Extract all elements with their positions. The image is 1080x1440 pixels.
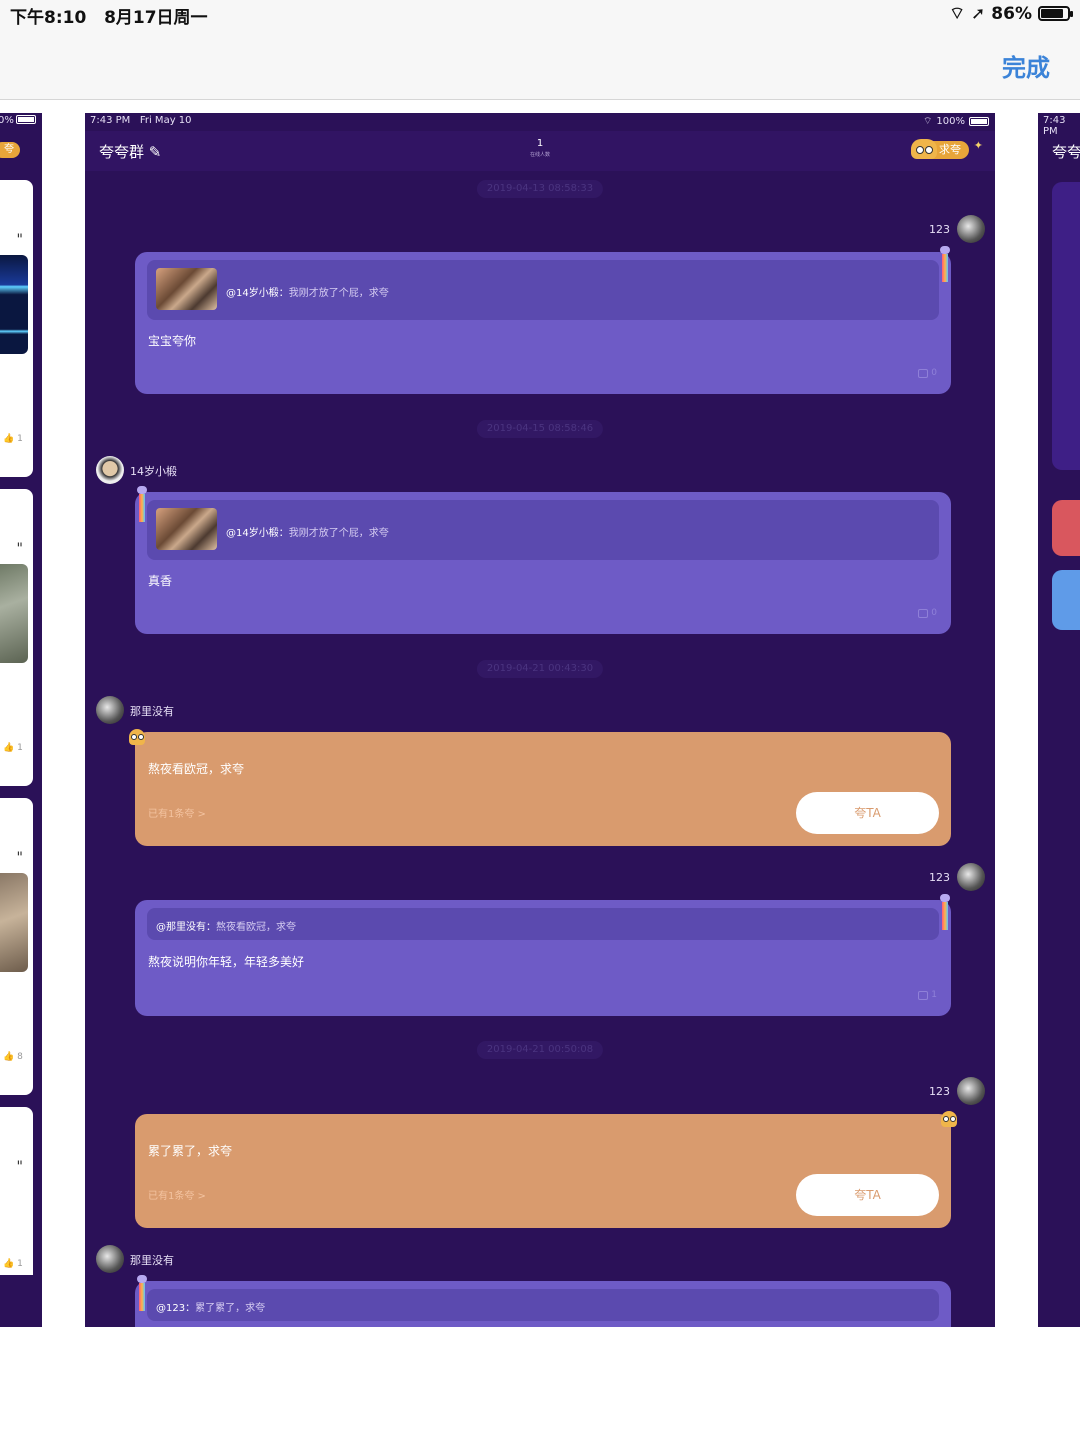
timestamp: 2019-04-21 00:50:08 [476, 1041, 604, 1059]
timestamp: 2019-04-15 08:58:46 [476, 420, 604, 438]
ask-badge[interactable]: 夸 [0, 142, 20, 158]
post-image[interactable] [0, 873, 28, 972]
rainbow-icon [137, 1275, 147, 1311]
message-text: 累了累了，求夸 [148, 1144, 233, 1158]
post-image[interactable] [0, 255, 28, 354]
list-item[interactable] [1052, 182, 1080, 470]
message-bubble[interactable]: @14岁小椴：我刚才放了个屁，求夸 真香 0 [135, 492, 951, 634]
message-text: 真香 [148, 574, 173, 588]
praise-request-bubble[interactable]: 累了累了，求夸 已有1条夸 > 夸TA [135, 1114, 951, 1228]
quoted-message[interactable]: @14岁小椴：我刚才放了个屁，求夸 [147, 500, 939, 560]
avatar[interactable] [96, 456, 124, 484]
blue-button[interactable] [1052, 570, 1080, 630]
next-status-bar: 7:43 PM [1043, 115, 1066, 137]
user-name: 那里没有 [130, 1254, 174, 1267]
message-text: 熬夜看欧冠，求夸 [148, 762, 245, 776]
quoted-message[interactable]: @123：累了累了，求夸 [147, 1289, 939, 1321]
like-count[interactable]: 👍 8 [3, 1052, 23, 1062]
battery-icon [969, 117, 989, 126]
like-button[interactable]: 0 [918, 368, 937, 378]
thumb-up-icon [918, 608, 929, 618]
praise-button[interactable]: 夸TA [796, 1174, 939, 1216]
app-status-bar: 7:43 PM Fri May 10 ⌔ 100% [85, 113, 995, 131]
quoted-image[interactable] [156, 268, 217, 310]
avatar[interactable] [957, 215, 985, 243]
avatar[interactable] [957, 1077, 985, 1105]
red-button[interactable] [1052, 500, 1080, 556]
like-count[interactable]: 👍 1 [3, 434, 23, 444]
wifi-icon: ⌔ [923, 116, 933, 127]
praise-count-link[interactable]: 已有1条夸 > [148, 805, 206, 820]
user-name: 123 [929, 223, 950, 236]
timestamp: 2019-04-21 00:43:30 [476, 660, 604, 678]
praise-count-link[interactable]: 已有1条夸 > [148, 1187, 206, 1202]
message-bubble[interactable]: @123：累了累了，求夸 [135, 1281, 951, 1327]
list-item[interactable]: " 👍 1 [0, 1107, 33, 1275]
praise-request-bubble[interactable]: 熬夜看欧冠，求夸 已有1条夸 > 夸TA [135, 732, 951, 846]
sparkle-icon: ✦ [973, 139, 983, 152]
thumb-up-icon [918, 368, 929, 378]
user-name: 123 [929, 871, 950, 884]
message-text: 熬夜说明你年轻，年轻多美好 [148, 955, 305, 969]
rainbow-icon [940, 894, 950, 930]
next-title: 夸夸 [1052, 143, 1080, 161]
mascot-icon [941, 1111, 957, 1127]
mascot-icon [911, 139, 937, 159]
system-status-bar: 下午8:10 8月17日周一 ⌔ ➚ 86% 完成 [0, 0, 1080, 100]
prev-screenshot[interactable]: 0% 夸 " 👍 1 " 👍 1 " 👍 8 " 👍 1 [0, 113, 42, 1327]
avatar[interactable] [96, 696, 124, 724]
list-item[interactable]: " 👍 1 [0, 489, 33, 786]
avatar[interactable] [957, 863, 985, 891]
wifi-icon: ⌔ [949, 4, 966, 24]
message-bubble[interactable]: @14岁小椴：我刚才放了个屁，求夸 宝宝夸你 0 [135, 252, 951, 394]
user-name: 123 [929, 1085, 950, 1098]
timestamp: 2019-04-13 08:58:33 [476, 180, 604, 198]
done-button[interactable]: 完成 [1002, 48, 1050, 83]
ask-praise-button[interactable]: 求夸 [911, 139, 969, 159]
status-right: ⌔ ➚ 86% [949, 3, 1073, 24]
battery-percent: 86% [991, 3, 1032, 24]
chat-screenshot[interactable]: 7:43 PM Fri May 10 ⌔ 100% 夸夸群 ✎ 1 在线人数 求… [85, 113, 995, 1327]
like-count[interactable]: 👍 1 [3, 743, 23, 753]
list-item[interactable]: " 👍 8 [0, 798, 33, 1095]
message-text: 宝宝夸你 [148, 334, 197, 348]
chat-nav-bar: 夸夸群 ✎ 1 在线人数 求夸 ✦ [85, 131, 995, 171]
praise-button[interactable]: 夸TA [796, 792, 939, 834]
prev-status-bar: 0% [0, 113, 42, 131]
battery-icon [1038, 6, 1073, 21]
post-image[interactable] [0, 564, 28, 663]
avatar[interactable] [96, 1245, 124, 1273]
quoted-message[interactable]: @那里没有：熬夜看欧冠，求夸 [147, 908, 939, 940]
like-button[interactable]: 0 [918, 608, 937, 618]
online-counter: 1 在线人数 [529, 138, 550, 159]
rainbow-icon [940, 246, 950, 282]
like-button[interactable]: 1 [918, 990, 937, 1000]
list-item[interactable]: " 👍 1 [0, 180, 33, 477]
user-name: 那里没有 [130, 705, 174, 718]
battery-icon [16, 115, 36, 124]
message-bubble[interactable]: @那里没有：熬夜看欧冠，求夸 熬夜说明你年轻，年轻多美好 1 [135, 900, 951, 1016]
like-count[interactable]: 👍 1 [3, 1259, 23, 1269]
location-icon: ➚ [971, 3, 986, 24]
user-name: 14岁小椴 [130, 465, 177, 478]
status-time: 下午8:10 8月17日周一 [10, 8, 208, 28]
next-screenshot[interactable]: 7:43 PM 夸夸 [1038, 113, 1080, 1327]
quoted-image[interactable] [156, 508, 217, 550]
quoted-message[interactable]: @14岁小椴：我刚才放了个屁，求夸 [147, 260, 939, 320]
thumb-up-icon [918, 990, 929, 1000]
rainbow-icon [137, 486, 147, 522]
mascot-icon [129, 729, 145, 745]
